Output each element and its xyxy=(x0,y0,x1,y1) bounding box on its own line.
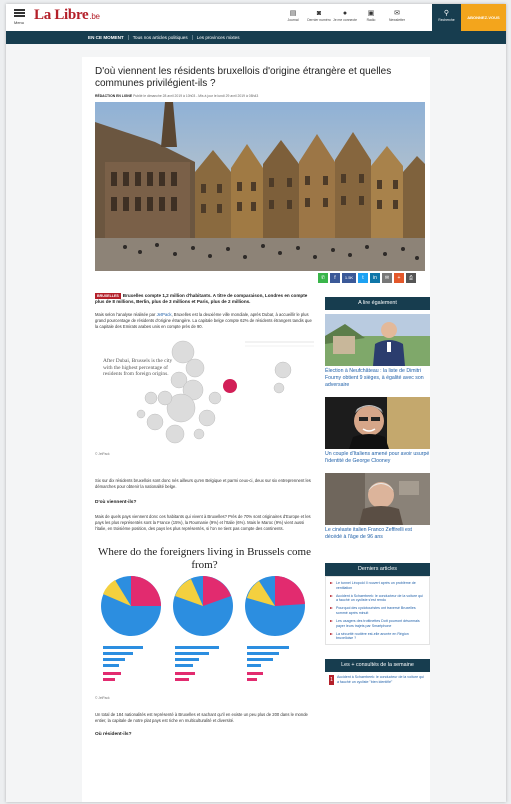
read-also-title-1[interactable]: Élection à Neufchâteau : la liste de Dim… xyxy=(325,368,430,389)
search-icon: ⚲ xyxy=(443,10,450,17)
paragraph-2: Six sur dix résidents bruxellois sont do… xyxy=(95,478,311,489)
header-nav: ▤ Journal ◙ Dernier numéro ● Je me connecte ▣ R… xyxy=(280,6,410,30)
logo-suffix: .be xyxy=(89,12,100,21)
read-also-thumb[interactable] xyxy=(325,314,430,366)
print-icon[interactable]: ⎙ xyxy=(406,273,416,283)
share-bar: ✆ f 1.5K t in ✉ + ⎙ xyxy=(318,273,416,283)
count-icon[interactable]: 1.5K xyxy=(342,273,356,283)
sub-nav-now: EN CE MOMENT xyxy=(84,35,129,40)
read-also-item[interactable]: Le cinéaste italien Franco Zeffirelli es… xyxy=(325,473,430,541)
read-also-header: A lire également xyxy=(325,297,430,310)
browser-page: Menu La Libre.be ▤ Journal ◙ Dernier numéro… xyxy=(6,4,506,802)
header-nav-item[interactable]: ● Je me connecte xyxy=(332,6,358,30)
heading-where-live: Où résident-ils? xyxy=(95,732,132,737)
hamburger-icon xyxy=(13,9,25,11)
hero-photo xyxy=(95,102,425,271)
sub-nav: EN CE MOMENT Tous nos articles politique… xyxy=(6,31,506,44)
camera-icon: ◙ xyxy=(316,10,322,17)
byline-date: Publié le dimanche 28 avril 2019 à 10h03… xyxy=(133,94,259,98)
clooney-photo xyxy=(325,397,430,449)
header-nav-label: Journal xyxy=(287,18,299,22)
subscribe-button[interactable]: ABONNEZ-VOUS xyxy=(461,4,506,31)
read-also-thumb[interactable] xyxy=(325,473,430,525)
radio-icon: ▣ xyxy=(367,10,375,17)
read-also-thumb[interactable] xyxy=(325,397,430,449)
latest-header: Derniers articles xyxy=(325,563,430,576)
byline-author: RÉDACTION EN LIGNE xyxy=(95,94,133,98)
sub-nav-item-provinces[interactable]: Les provinces mixtes xyxy=(193,35,244,40)
linkedin-icon[interactable]: in xyxy=(370,273,380,283)
most-read-title[interactable]: Accident à Schaerbeek: le conducteur de … xyxy=(337,675,426,685)
latest-item[interactable]: La sécurité routière est-elle ancrée en … xyxy=(330,632,425,641)
read-also-title-2[interactable]: Un couple d'Italiens amené pour avoir us… xyxy=(325,451,430,465)
foreigners-infographic: Where do the foreigners living in Brusse… xyxy=(95,546,314,696)
rank-badge: 1 xyxy=(329,675,334,686)
email-icon[interactable]: ✉ xyxy=(382,273,392,283)
newspaper-icon: ▤ xyxy=(289,10,297,17)
latest-item[interactable]: Les usagers des trottinettes Dott pourro… xyxy=(330,619,425,628)
whatsapp-icon[interactable]: ✆ xyxy=(318,273,328,283)
chart1-credit: © JetPack xyxy=(95,452,110,456)
search-label: Recherche xyxy=(438,18,455,22)
p1-prefix: Mais selon l'analyse réalisée par xyxy=(95,312,157,317)
menu-button[interactable]: Menu xyxy=(12,8,26,25)
read-also-title-3[interactable]: Le cinéaste italien Franco Zeffirelli es… xyxy=(325,527,430,541)
header-nav-label: Je me connecte xyxy=(333,18,357,22)
latest-item[interactable]: Pourquoi des cyclotouristes ont traversé… xyxy=(330,606,425,615)
sub-nav-item-politics[interactable]: Tous nos articles politiques xyxy=(129,35,193,40)
paragraph-1: Mais selon l'analyse réalisée par JetPac… xyxy=(95,312,314,330)
user-icon: ● xyxy=(342,10,348,17)
paragraph-3: Mais de quels pays viennent donc ces hab… xyxy=(95,514,311,531)
twitter-icon[interactable]: t xyxy=(358,273,368,283)
infographic-svg xyxy=(101,576,305,681)
article-card: D'où viennent les résidents bruxellois d… xyxy=(82,57,430,802)
menu-label: Menu xyxy=(13,20,24,25)
paragraph-4: Un total de 184 nationalités est représe… xyxy=(95,712,308,723)
zeffirelli-photo xyxy=(325,473,430,525)
mail-icon: ✉ xyxy=(394,10,400,17)
article-byline: RÉDACTION EN LIGNE Publié le dimanche 28… xyxy=(95,94,417,98)
read-also-item[interactable]: Élection à Neufchâteau : la liste de Dim… xyxy=(325,314,430,389)
article-lead: BRUXELLES Bruxelles compte 1,2 million d'… xyxy=(95,293,314,305)
bubble-chart: After Dubai, Brussels is the city with t… xyxy=(95,338,314,450)
logo-text: La Libre xyxy=(34,7,89,23)
sidebar: A lire également Élection à Neufchâteau … xyxy=(325,297,430,688)
politician-photo xyxy=(325,314,430,366)
header-nav-label: Newsletter xyxy=(388,18,406,22)
latest-item[interactable]: Le tunnel Léopold II rouvert après un pr… xyxy=(330,581,425,590)
infographic-title: Where do the foreigners living in Brusse… xyxy=(98,546,311,571)
bubble-chart-annotation: After Dubai, Brussels is the city with t… xyxy=(103,358,173,378)
header-nav-item[interactable]: ▣ Radio xyxy=(358,6,384,30)
plus-icon[interactable]: + xyxy=(394,273,404,283)
latest-item[interactable]: Accident à Schaerbeek: le conducteur de … xyxy=(330,594,425,603)
read-also-item[interactable]: Un couple d'Italiens amené pour avoir us… xyxy=(325,397,430,465)
latest-list: Le tunnel Léopold II rouvert après un pr… xyxy=(325,576,430,646)
article-title: D'où viennent les résidents bruxellois d… xyxy=(95,66,392,89)
site-logo[interactable]: La Libre.be xyxy=(34,7,100,24)
most-read-item[interactable]: 1 Accident à Schaerbeek: le conducteur d… xyxy=(325,672,430,688)
heading-where-from: D'où viennent-ils? xyxy=(95,500,137,505)
bubble-chart-svg xyxy=(136,340,314,444)
most-read-header: Les + consultés de la semaine xyxy=(325,659,430,673)
jetpack-link[interactable]: JetPack xyxy=(157,312,172,317)
grand-place-illustration xyxy=(95,102,425,271)
header-nav-label: Radio xyxy=(366,18,376,22)
chart2-credit: © JetPack xyxy=(95,696,110,700)
lead-text: Bruxelles compte 1,2 million d'habitants… xyxy=(95,293,308,304)
header-nav-item[interactable]: ◙ Dernier numéro xyxy=(306,6,332,30)
article-body: BRUXELLES Bruxelles compte 1,2 million d'… xyxy=(95,293,314,737)
site-header: Menu La Libre.be ▤ Journal ◙ Dernier numéro… xyxy=(6,4,506,32)
header-nav-item[interactable]: ▤ Journal xyxy=(280,6,306,30)
brussels-bubble xyxy=(223,379,237,393)
header-nav-label: Dernier numéro xyxy=(307,18,331,22)
facebook-icon[interactable]: f xyxy=(330,273,340,283)
header-nav-item[interactable]: ✉ Newsletter xyxy=(384,6,410,30)
search-button[interactable]: ⚲ Recherche xyxy=(432,4,461,31)
